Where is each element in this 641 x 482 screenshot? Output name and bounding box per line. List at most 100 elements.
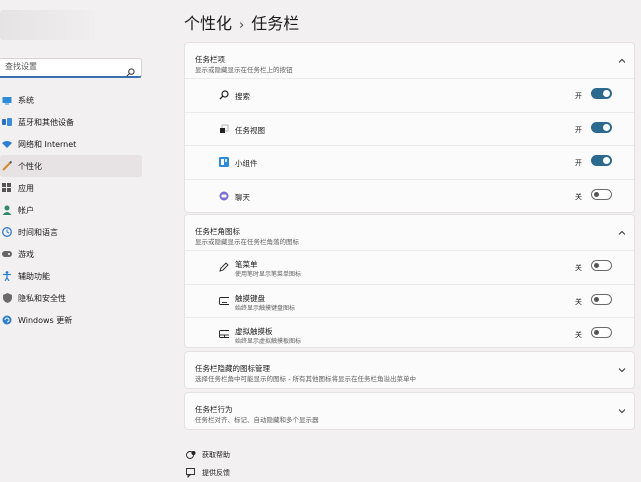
feedback-icon bbox=[186, 468, 196, 478]
taskbar-items-header[interactable]: 任务栏项 显示或隐藏显示在任务栏上的按钮 bbox=[185, 43, 634, 78]
update-icon bbox=[2, 315, 12, 325]
sidebar-item-label: 个性化 bbox=[18, 161, 42, 171]
sidebar-item-accounts[interactable]: 帐户 bbox=[0, 199, 142, 221]
pen-icon bbox=[219, 262, 229, 272]
toggle-state-text: 关 bbox=[575, 331, 582, 339]
taskbar-items-section: 任务栏项 显示或隐藏显示在任务栏上的按钮 搜索 开 任务视图 开 小组件 开 聊… bbox=[184, 42, 635, 213]
toggle-state-text: 开 bbox=[575, 92, 582, 100]
chevron-up-icon[interactable] bbox=[618, 229, 626, 237]
toggle-state-text: 关 bbox=[575, 297, 582, 306]
keyboard-icon bbox=[219, 296, 229, 306]
sidebar-item-personalization[interactable]: 个性化 bbox=[0, 155, 142, 177]
sidebar-item-label: 系统 bbox=[18, 95, 34, 105]
sidebar: 系统 蓝牙和其他设备 网络和 Internet 个性化 应用 帐户 时间和语言 bbox=[0, 0, 150, 475]
toggle-state-text: 关 bbox=[575, 264, 582, 272]
gamepad-icon bbox=[2, 249, 12, 259]
chevron-down-icon[interactable] bbox=[618, 407, 626, 415]
sidebar-item-label: 应用 bbox=[18, 183, 34, 193]
sidebar-item-label: 游戏 bbox=[18, 249, 34, 259]
corner-icons-header[interactable]: 任务栏角图标 显示或隐藏显示在任务栏角落的图标 bbox=[185, 215, 634, 250]
search-icon bbox=[219, 90, 229, 100]
get-help-label: 获取帮助 bbox=[202, 451, 230, 459]
search-toggle[interactable] bbox=[591, 88, 612, 99]
row-label: 小组件 bbox=[235, 159, 258, 168]
sidebar-item-gaming[interactable]: 游戏 bbox=[0, 243, 142, 265]
help-icon bbox=[186, 450, 196, 460]
chevron-up-icon[interactable] bbox=[618, 57, 626, 65]
section-subtitle: 选择任务栏角中可能显示的图标 - 所有其他图标将显示在任务栏角溢出菜单中 bbox=[195, 375, 416, 383]
taskbar-item-task-view-row: 任务视图 开 bbox=[185, 111, 634, 146]
row-description: 使用笔时显示笔菜单图标 bbox=[235, 271, 302, 278]
give-feedback-link[interactable]: 提供反馈 bbox=[186, 464, 230, 482]
bluetooth-icon bbox=[2, 117, 12, 127]
corner-icons-section: 任务栏角图标 显示或隐藏显示在任务栏角落的图标 笔菜单 使用笔时显示笔菜单图标 … bbox=[184, 214, 635, 348]
section-subtitle: 显示或隐藏显示在任务栏角落的图标 bbox=[195, 238, 299, 246]
chevron-down-icon[interactable] bbox=[618, 366, 626, 374]
sidebar-item-windows-update[interactable]: Windows 更新 bbox=[0, 309, 142, 331]
chat-icon bbox=[219, 191, 229, 201]
sidebar-item-system[interactable]: 系统 bbox=[0, 89, 142, 111]
toggle-state-text: 开 bbox=[575, 125, 582, 134]
pen-menu-toggle[interactable] bbox=[591, 260, 612, 271]
corner-virtual-touchpad-row: 虚拟触摸板 始终显示虚拟触摸板图标 关 bbox=[185, 317, 634, 351]
row-description: 始终显示虚拟触摸板图标 bbox=[235, 338, 302, 345]
row-label: 任务视图 bbox=[235, 125, 265, 135]
section-subtitle: 任务栏对齐、标记、自动隐藏和多个显示器 bbox=[195, 416, 319, 424]
taskbar-item-chat-row: 聊天 关 bbox=[185, 178, 634, 213]
help-links: 获取帮助 提供反馈 bbox=[186, 446, 230, 482]
sidebar-item-bluetooth[interactable]: 蓝牙和其他设备 bbox=[0, 111, 142, 133]
give-feedback-label: 提供反馈 bbox=[202, 469, 230, 477]
sidebar-item-label: 时间和语言 bbox=[18, 227, 58, 237]
settings-search-box[interactable] bbox=[0, 58, 142, 78]
task-view-toggle[interactable] bbox=[591, 121, 612, 133]
toggle-state-text: 关 bbox=[575, 192, 582, 201]
sidebar-item-time-language[interactable]: 时间和语言 bbox=[0, 221, 142, 243]
touchpad-icon bbox=[219, 329, 229, 339]
corner-touch-keyboard-row: 触摸键盘 始终显示触摸键盘图标 关 bbox=[185, 283, 634, 318]
sidebar-item-label: 隐私和安全性 bbox=[18, 293, 66, 303]
touch-keyboard-toggle[interactable] bbox=[591, 293, 612, 305]
sidebar-item-accessibility[interactable]: 辅助功能 bbox=[0, 265, 142, 287]
monitor-icon bbox=[2, 95, 12, 105]
row-label: 搜索 bbox=[235, 92, 250, 101]
sidebar-item-label: 帐户 bbox=[18, 205, 34, 215]
breadcrumb: 个性化 › 任务栏 bbox=[184, 10, 299, 34]
behaviors-header[interactable]: 任务栏行为 任务栏对齐、标记、自动隐藏和多个显示器 bbox=[185, 393, 634, 428]
sidebar-item-network[interactable]: 网络和 Internet bbox=[0, 133, 142, 155]
sidebar-item-label: 辅助功能 bbox=[18, 271, 50, 281]
user-account-area[interactable] bbox=[0, 10, 95, 40]
search-icon[interactable] bbox=[126, 62, 135, 81]
taskbar-item-search-row: 搜索 开 bbox=[185, 78, 634, 112]
sidebar-item-label: 网络和 Internet bbox=[18, 139, 77, 149]
overflow-header[interactable]: 任务栏隐藏的图标管理 选择任务栏角中可能显示的图标 - 所有其他图标将显示在任务… bbox=[185, 352, 634, 387]
get-help-link[interactable]: 获取帮助 bbox=[186, 446, 230, 464]
breadcrumb-parent[interactable]: 个性化 bbox=[184, 10, 232, 34]
shield-icon bbox=[2, 293, 12, 303]
search-input[interactable] bbox=[3, 61, 122, 72]
breadcrumb-separator: › bbox=[239, 18, 245, 33]
widgets-toggle[interactable] bbox=[591, 155, 612, 166]
row-label: 聊天 bbox=[235, 192, 250, 202]
person-icon bbox=[2, 205, 12, 215]
pencil-icon bbox=[2, 161, 12, 171]
wifi-icon bbox=[2, 139, 12, 149]
widgets-icon bbox=[219, 157, 229, 167]
apps-icon bbox=[2, 183, 12, 193]
chat-toggle[interactable] bbox=[591, 188, 612, 200]
overflow-icons-section[interactable]: 任务栏隐藏的图标管理 选择任务栏角中可能显示的图标 - 所有其他图标将显示在任务… bbox=[184, 351, 635, 389]
toggle-state-text: 开 bbox=[575, 159, 582, 167]
taskbar-item-widgets-row: 小组件 开 bbox=[185, 145, 634, 179]
sidebar-item-apps[interactable]: 应用 bbox=[0, 177, 142, 199]
sidebar-nav: 系统 蓝牙和其他设备 网络和 Internet 个性化 应用 帐户 时间和语言 bbox=[0, 89, 142, 331]
sidebar-item-label: 蓝牙和其他设备 bbox=[18, 117, 74, 127]
virtual-touchpad-toggle[interactable] bbox=[591, 327, 612, 338]
row-description: 始终显示触摸键盘图标 bbox=[235, 304, 296, 312]
task-view-icon bbox=[219, 124, 229, 134]
accessibility-icon bbox=[2, 271, 12, 281]
page-title: 任务栏 bbox=[251, 14, 300, 33]
taskbar-behaviors-section[interactable]: 任务栏行为 任务栏对齐、标记、自动隐藏和多个显示器 bbox=[184, 392, 635, 430]
sidebar-item-privacy[interactable]: 隐私和安全性 bbox=[0, 287, 142, 309]
sidebar-item-label: Windows 更新 bbox=[18, 315, 73, 325]
section-subtitle: 显示或隐藏显示在任务栏上的按钮 bbox=[195, 66, 293, 74]
corner-pen-menu-row: 笔菜单 使用笔时显示笔菜单图标 关 bbox=[185, 250, 634, 284]
